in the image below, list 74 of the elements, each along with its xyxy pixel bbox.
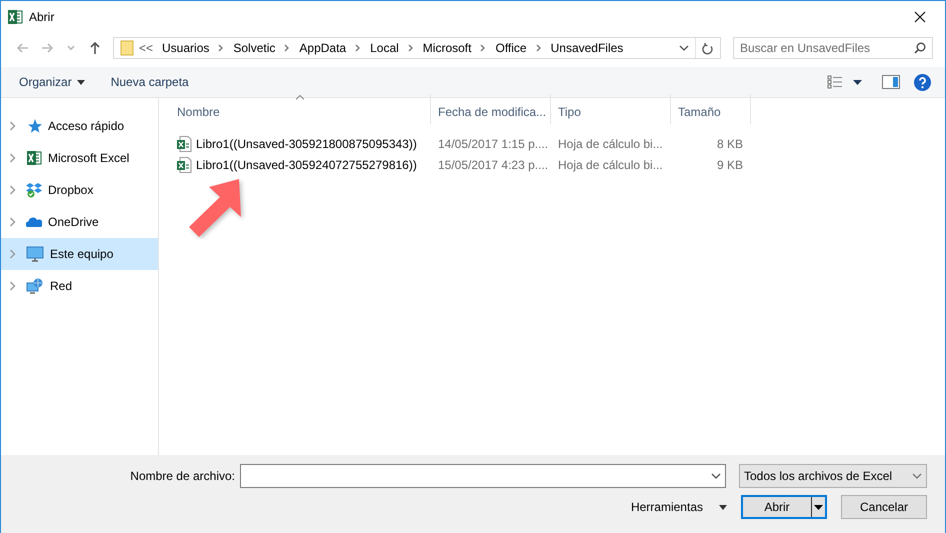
address-bar[interactable]: << Usuarios Solvetic AppData Local Microsoft Office UnsavedFiles xyxy=(113,37,721,59)
column-header[interactable]: Nombre xyxy=(170,94,431,124)
search-field[interactable]: Buscar en UnsavedFiles xyxy=(733,37,933,59)
network-icon xyxy=(26,278,44,294)
modified-date: 15/05/2017 4:23 p.... xyxy=(437,158,550,172)
chevron-icon xyxy=(355,44,362,52)
details-view-icon xyxy=(827,75,843,89)
dropdown-icon xyxy=(912,473,922,479)
sidebar-item[interactable]: OneDrive xyxy=(1,206,158,238)
file-type: Hoja de cálculo bi... xyxy=(557,136,664,150)
file-type-dropdown[interactable]: Todos los archivos de Excel xyxy=(739,464,927,488)
expand-chevron-icon[interactable] xyxy=(9,121,16,131)
sidebar-item[interactable]: Este equipo xyxy=(1,238,158,270)
computer-icon xyxy=(26,246,44,262)
column-header[interactable]: Tipo xyxy=(551,94,671,124)
chevron-icon xyxy=(284,44,290,52)
file-row[interactable]: Libro1((Unsaved-305924072755279816)) 15/05/2017 4:23 p.... Hoja de cálculo bi... 9 KB xyxy=(170,154,945,175)
chevron-icon xyxy=(408,44,414,52)
breadcrumb[interactable]: Office xyxy=(491,41,531,55)
spreadsheet-icon xyxy=(26,150,42,166)
breadcrumb[interactable]: Solvetic xyxy=(229,41,280,55)
sidebar-item[interactable]: Red xyxy=(1,270,158,302)
dropdown-icon xyxy=(711,473,721,479)
new-folder-button[interactable]: Nueva carpeta xyxy=(102,71,197,93)
expand-chevron-icon[interactable] xyxy=(9,281,16,291)
app-icon xyxy=(7,9,23,25)
breadcrumb[interactable]: UnsavedFiles xyxy=(546,41,628,55)
breadcrumb[interactable]: Microsoft xyxy=(418,41,476,55)
field-label: Nombre de archivo: xyxy=(130,469,235,483)
help-icon[interactable] xyxy=(914,74,931,90)
caret-icon xyxy=(853,80,862,84)
star-icon xyxy=(26,118,42,134)
preview-pane-icon[interactable] xyxy=(882,75,900,89)
file-row[interactable]: Libro1((Unsaved-305921800875095343)) 14/05/2017 1:15 p.... Hoja de cálculo bi... 8 KB xyxy=(170,133,945,154)
file-type: Hoja de cálculo bi... xyxy=(557,158,664,172)
close-icon xyxy=(914,11,926,23)
sort-ascending-icon xyxy=(296,95,304,100)
file-name: Libro1((Unsaved-305924072755279816)) xyxy=(196,158,417,172)
breadcrumb[interactable]: AppData xyxy=(295,41,350,55)
caret-icon xyxy=(814,504,823,510)
tools-menu[interactable]: Herramientas xyxy=(630,500,727,514)
cancel-button[interactable]: Cancelar xyxy=(841,495,927,519)
file-name: Libro1((Unsaved-305921800875095343)) xyxy=(196,136,417,150)
chevron-icon xyxy=(536,44,542,52)
open-button[interactable]: Abrir xyxy=(741,495,827,519)
chevron-icon xyxy=(218,44,224,52)
file-size: 8 KB xyxy=(716,136,744,150)
dropbox-icon xyxy=(26,182,42,198)
caret-icon xyxy=(719,504,727,510)
chevron-icon xyxy=(480,44,486,52)
sidebar-item[interactable]: Dropbox xyxy=(1,174,158,206)
window-title: Abrir xyxy=(29,10,56,24)
file-size: 9 KB xyxy=(716,158,744,172)
search-icon xyxy=(914,42,926,54)
expand-chevron-icon[interactable] xyxy=(9,185,16,195)
breadcrumb[interactable]: Usuarios xyxy=(158,41,214,55)
sidebar-item[interactable]: Acceso rápido xyxy=(1,110,158,142)
expand-chevron-icon[interactable] xyxy=(9,217,16,227)
file-name-field[interactable] xyxy=(240,464,726,488)
recent-locations-icon xyxy=(67,45,75,51)
modified-date: 14/05/2017 1:15 p.... xyxy=(437,136,550,150)
caret-icon xyxy=(76,80,85,84)
column-header[interactable]: Tamaño xyxy=(671,94,751,124)
breadcrumb[interactable]: Local xyxy=(366,41,403,55)
sidebar-item[interactable]: Microsoft Excel xyxy=(1,142,158,174)
overflow-chevron[interactable]: << xyxy=(139,41,154,55)
organize-menu[interactable]: Organizar xyxy=(11,71,93,93)
expand-chevron-icon[interactable] xyxy=(9,153,16,163)
up-icon xyxy=(89,41,101,55)
folder-icon xyxy=(120,40,134,56)
spreadsheet-file-icon xyxy=(176,156,192,172)
expand-chevron-icon[interactable] xyxy=(9,249,16,259)
spreadsheet-file-icon xyxy=(176,136,192,152)
column-header[interactable]: Fecha de modifica... xyxy=(431,94,551,124)
